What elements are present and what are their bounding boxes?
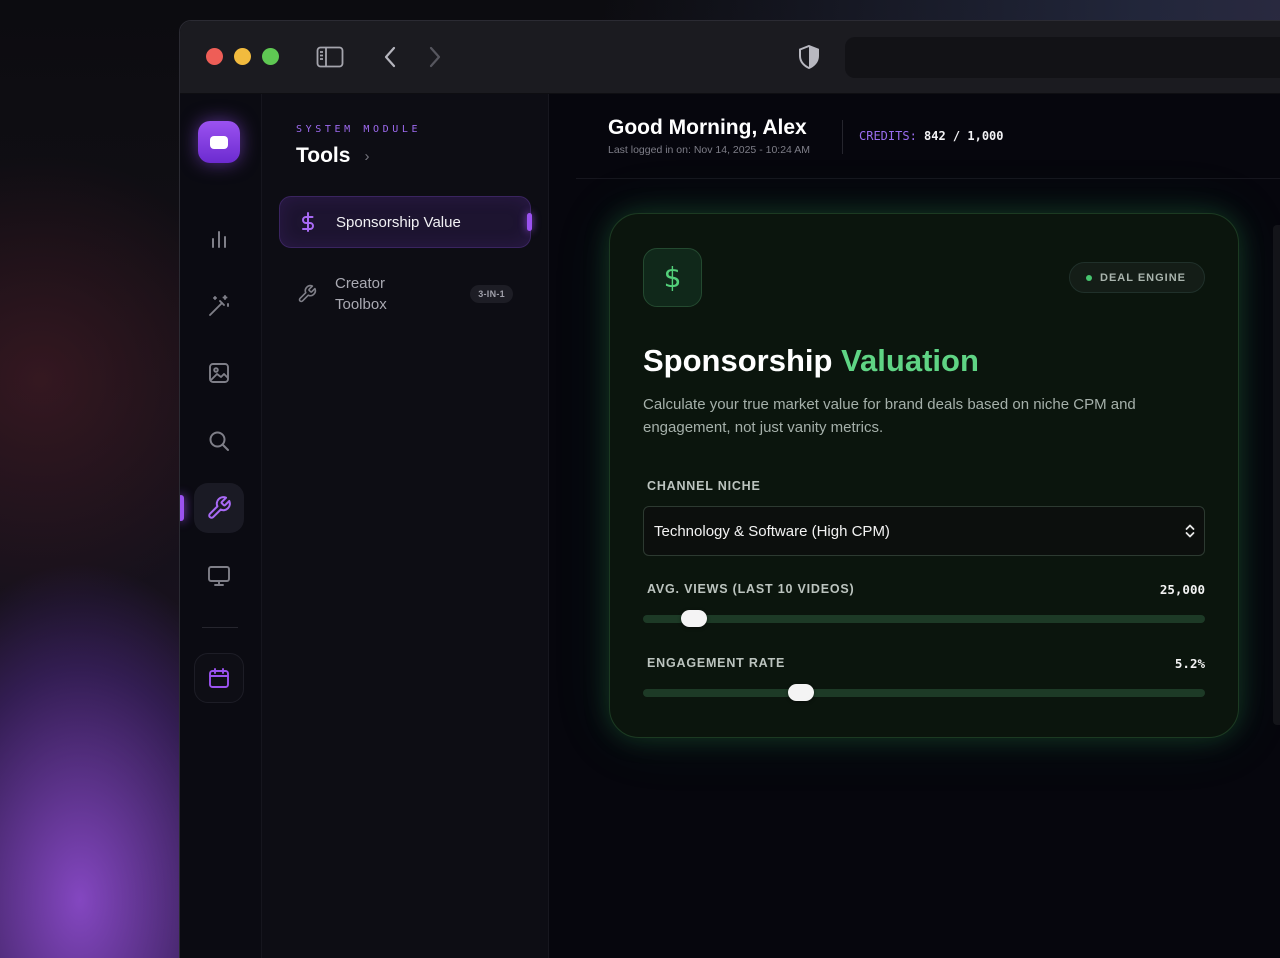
engagement-rate-slider-thumb[interactable]: [788, 684, 814, 701]
credits-value: 842 / 1,000: [924, 129, 1004, 143]
engagement-rate-label: ENGAGEMENT RATE: [647, 656, 786, 670]
rail-images-button[interactable]: [194, 348, 244, 398]
last-login-text: Last logged in on: Nov 14, 2025 - 10:24 …: [608, 144, 810, 156]
module-panel: SYSTEM MODULE Tools › Sponsorship Value: [262, 94, 549, 958]
tool-item-label: Creator Toolbox: [335, 273, 387, 315]
close-window-button[interactable]: [206, 48, 223, 65]
status-dot: [1086, 274, 1093, 281]
next-card-edge: [1273, 225, 1280, 725]
app-logo[interactable]: [198, 121, 240, 163]
wrench-icon: [279, 284, 335, 304]
tool-item-label-line1: Creator: [335, 275, 386, 292]
tool-item-sponsorship-value[interactable]: Sponsorship Value: [279, 196, 532, 248]
browser-titlebar: [180, 21, 1280, 94]
card-description: Calculate your true market value for bra…: [643, 396, 1136, 436]
dollar-icon: [280, 212, 336, 232]
select-arrows-icon: [1185, 524, 1195, 538]
module-title-text: Tools: [296, 144, 351, 167]
tool-active-indicator: [527, 213, 532, 231]
greeting-title: Good Morning, Alex: [608, 116, 807, 139]
card-title: Sponsorship Valuation: [643, 343, 979, 379]
page-header: Good Morning, Alex Last logged in on: No…: [576, 94, 1280, 179]
rail-magic-button[interactable]: [194, 281, 244, 331]
chevron-right-icon[interactable]: ›: [364, 148, 369, 165]
rail-calendar-button[interactable]: [194, 653, 244, 703]
avg-views-slider-thumb[interactable]: [681, 610, 707, 627]
shield-icon[interactable]: [797, 43, 821, 71]
rail-display-button[interactable]: [194, 551, 244, 601]
dollar-icon: $: [643, 248, 702, 307]
engagement-rate-value: 5.2%: [1174, 656, 1205, 671]
icon-rail: [180, 94, 262, 958]
sponsorship-valuation-card: $ DEAL ENGINE Sponsorship Valuation Calc…: [609, 213, 1239, 738]
tool-item-badge: 3-IN-1: [470, 285, 513, 303]
tool-item-label-line2: Toolbox: [335, 296, 387, 313]
avg-views-label: AVG. VIEWS (LAST 10 VIDEOS): [647, 582, 855, 596]
channel-niche-value: Technology & Software (High CPM): [654, 522, 890, 540]
avg-views-value: 25,000: [1159, 582, 1205, 597]
image-icon: [209, 363, 229, 383]
search-icon: [209, 431, 229, 451]
rail-divider: [202, 627, 238, 628]
credits-label: CREDITS:: [859, 129, 917, 143]
calendar-icon: [209, 668, 229, 688]
tool-item-label: Sponsorship Value: [336, 213, 461, 231]
channel-niche-label: CHANNEL NICHE: [647, 479, 761, 493]
deal-engine-label: DEAL ENGINE: [1100, 271, 1186, 284]
sidebar-toggle-icon[interactable]: [315, 43, 345, 71]
avg-views-slider[interactable]: [643, 610, 1205, 627]
channel-niche-select[interactable]: Technology & Software (High CPM): [643, 506, 1205, 556]
card-title-accent: Valuation: [841, 343, 979, 378]
engagement-rate-slider[interactable]: [643, 684, 1205, 701]
rail-analytics-button[interactable]: [194, 214, 244, 264]
maximize-window-button[interactable]: [262, 48, 279, 65]
wrench-icon: [208, 496, 231, 519]
back-arrow-icon[interactable]: [380, 43, 400, 71]
header-divider: [842, 120, 843, 154]
tool-item-creator-toolbox[interactable]: Creator Toolbox 3-IN-1: [279, 268, 531, 320]
credits-readout: CREDITS: 842 / 1,000: [859, 129, 1004, 143]
rail-search-button[interactable]: [194, 416, 244, 466]
minimize-window-button[interactable]: [234, 48, 251, 65]
rail-active-indicator: [180, 495, 184, 521]
module-title: Tools ›: [296, 144, 369, 168]
rail-tools-button[interactable]: [194, 483, 244, 533]
module-kicker: SYSTEM MODULE: [296, 124, 422, 135]
address-bar[interactable]: [845, 37, 1280, 78]
deal-engine-badge: DEAL ENGINE: [1069, 262, 1205, 293]
forward-arrow-icon[interactable]: [425, 43, 445, 71]
monitor-icon: [208, 566, 230, 586]
bar-chart-icon: [212, 231, 226, 248]
magic-wand-icon: [209, 295, 229, 316]
card-title-main: Sponsorship: [643, 343, 833, 378]
